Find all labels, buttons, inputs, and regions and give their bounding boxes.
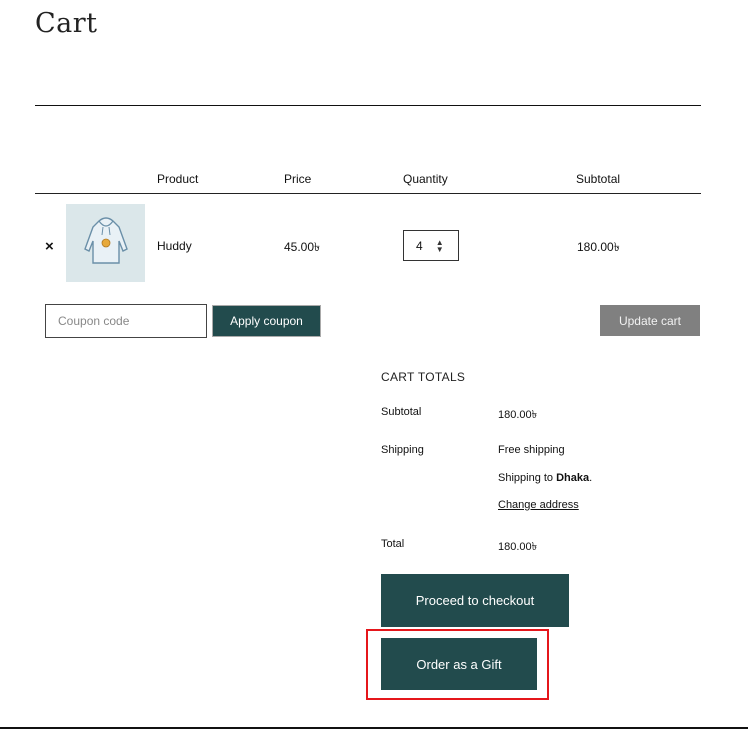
shipping-to-prefix: Shipping to [498,472,557,484]
totals-subtotal-label: Subtotal [381,406,422,418]
spinner-arrows-icon[interactable]: ▲ ▼ [436,238,444,253]
header-price: Price [284,172,312,186]
header-quantity: Quantity [403,172,448,186]
title-divider [35,105,701,106]
product-thumbnail[interactable] [66,204,145,282]
coupon-code-input[interactable] [45,304,207,338]
cart-totals-heading: CART TOTALS [381,370,466,384]
product-price: 45.00৳ [284,240,321,254]
update-cart-button[interactable]: Update cart [600,305,700,336]
footer-divider [0,727,748,729]
shipping-label: Shipping [381,444,424,456]
shipping-method: Free shipping [498,444,565,456]
remove-item-icon[interactable]: × [45,238,54,255]
header-subtotal: Subtotal [576,172,621,186]
table-header-divider [35,193,701,194]
shipping-city: Dhaka [556,472,590,484]
hoodie-image [83,217,128,264]
quantity-value[interactable]: 4 [416,239,423,253]
total-label: Total [381,538,405,550]
total-value: 180.00৳ [498,541,538,553]
header-product: Product [157,172,199,186]
order-as-gift-button[interactable]: Order as a Gift [381,638,537,690]
proceed-to-checkout-button[interactable]: Proceed to checkout [381,574,569,627]
change-address-link[interactable]: Change address [498,499,579,511]
page-title: Cart [35,8,98,39]
apply-coupon-button[interactable]: Apply coupon [212,305,321,337]
shipping-destination: Shipping to Dhaka. [498,472,592,484]
product-subtotal: 180.00৳ [577,240,620,254]
product-name[interactable]: Huddy [157,239,192,253]
shipping-to-suffix: . [589,472,593,484]
quantity-stepper[interactable]: 4 ▲ ▼ [403,230,459,261]
totals-subtotal-value: 180.00৳ [498,409,538,421]
